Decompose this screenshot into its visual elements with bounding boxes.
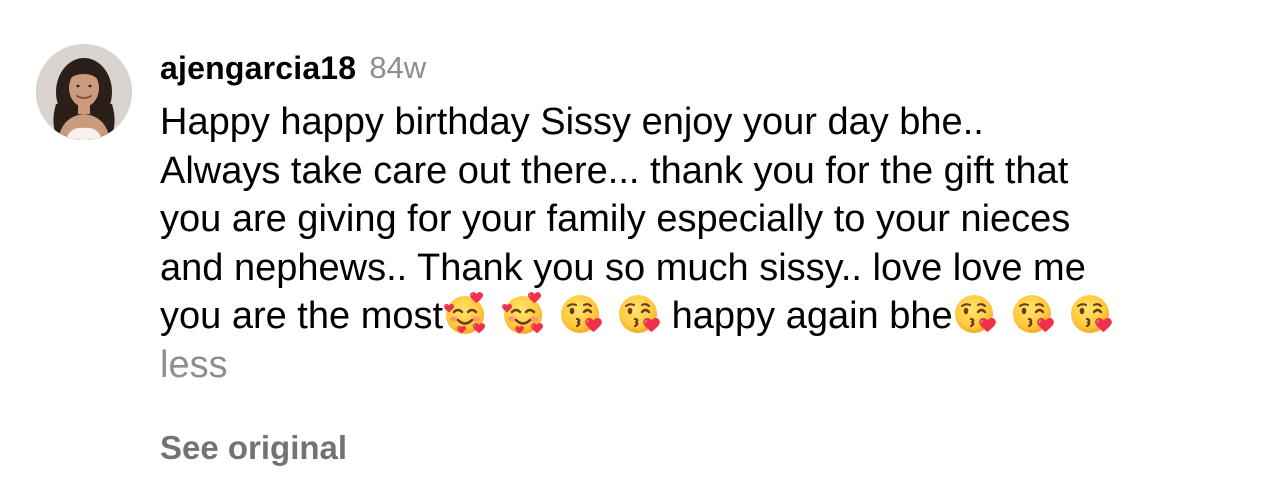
- comment: ajengarcia18 84w Happy happy birthday Si…: [0, 0, 1284, 490]
- comment-text: Happy happy birthday Sissy enjoy your da…: [160, 98, 1260, 389]
- comment-text-line: and nephews.. Thank you so much sissy.. …: [160, 246, 1086, 289]
- profile-avatar-icon: [36, 44, 132, 140]
- comment-timestamp[interactable]: 84w: [369, 50, 426, 86]
- see-original-button[interactable]: See original: [160, 429, 1260, 467]
- comment-text-line: Always take care out there... thank you …: [160, 149, 1069, 192]
- face-blowing-a-kiss-icon: [559, 292, 603, 336]
- comment-content: ajengarcia18 84w Happy happy birthday Si…: [160, 44, 1260, 467]
- comment-text-segment: you are the most: [160, 295, 444, 337]
- comment-text-line-last: you are the most happy again bhe: [160, 292, 1260, 341]
- avatar[interactable]: [36, 44, 132, 140]
- smiling-face-with-hearts-icon: [443, 292, 487, 336]
- face-blowing-a-kiss-icon: [1069, 292, 1113, 336]
- face-blowing-a-kiss-icon: [953, 292, 997, 336]
- username-link[interactable]: ajengarcia18: [160, 50, 356, 87]
- face-blowing-a-kiss-icon: [1011, 292, 1055, 336]
- smiling-face-with-hearts-icon: [501, 292, 545, 336]
- comment-text-line: you are giving for your family especiall…: [160, 198, 1071, 240]
- face-blowing-a-kiss-icon: [617, 292, 661, 336]
- comment-text-line: Happy happy birthday Sissy enjoy your da…: [160, 101, 984, 143]
- comment-text-segment: happy again bhe: [661, 295, 953, 337]
- comment-header: ajengarcia18 84w: [160, 44, 1260, 92]
- less-toggle[interactable]: less: [160, 341, 1260, 390]
